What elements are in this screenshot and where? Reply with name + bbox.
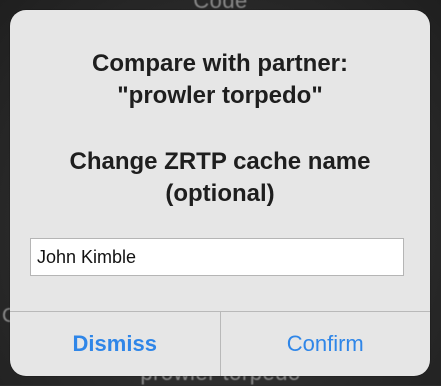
confirm-button[interactable]: Confirm: [221, 312, 431, 376]
alert-title: Compare with partner: "prowler torpedo": [28, 48, 412, 112]
alert-button-row: Dismiss Confirm: [10, 311, 430, 376]
alert-title-line1: Compare with partner:: [91, 50, 349, 77]
dismiss-button[interactable]: Dismiss: [10, 312, 221, 376]
alert-body: Compare with partner: "prowler torpedo" …: [10, 10, 430, 210]
cache-name-input[interactable]: [30, 238, 404, 276]
alert-message-line2: (optional): [165, 180, 275, 207]
cache-name-field-wrap: [10, 238, 430, 276]
alert-title-line2: "prowler torpedo": [117, 82, 323, 109]
alert-message-line1: Change ZRTP cache name: [69, 148, 371, 175]
alert-dialog: Compare with partner: "prowler torpedo" …: [10, 10, 430, 376]
alert-message: Change ZRTP cache name (optional): [28, 146, 412, 210]
